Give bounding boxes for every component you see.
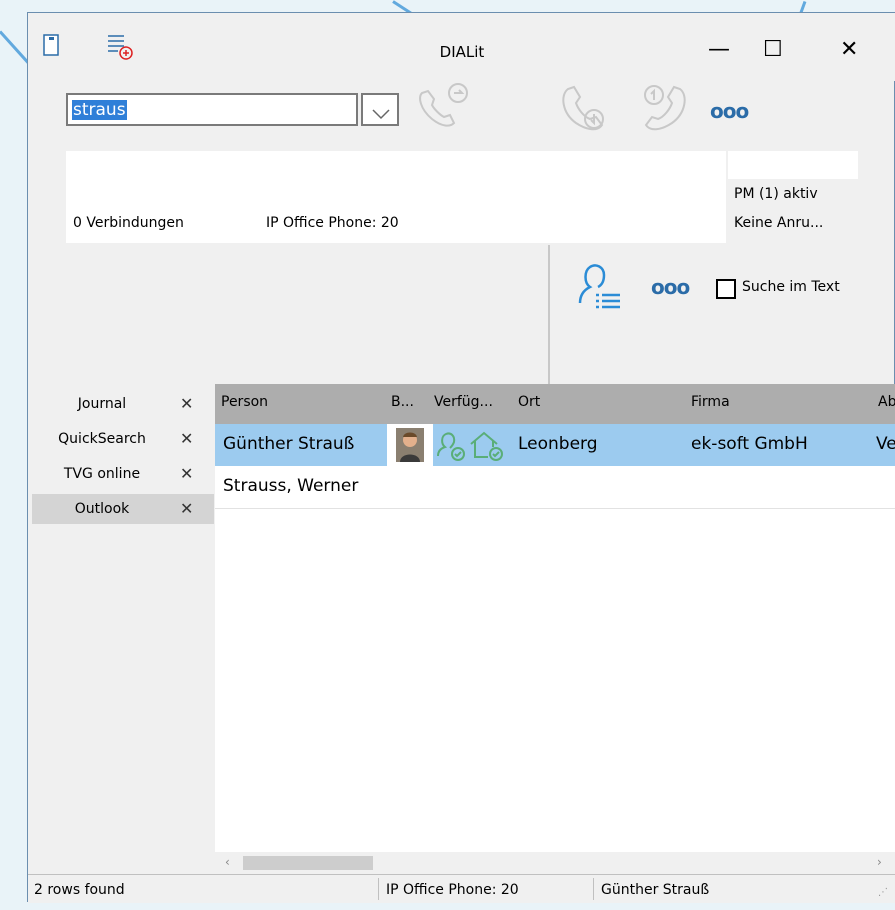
side-panel-top (728, 151, 858, 179)
rows-found-status: 2 rows found (34, 882, 125, 898)
horizontal-scrollbar[interactable]: ‹ › (215, 852, 895, 874)
column-header-ab[interactable]: Ab (878, 394, 895, 410)
cell-ab: Ve (876, 434, 895, 454)
user-available-icon (434, 428, 468, 466)
status-divider (378, 878, 379, 900)
status-divider (593, 878, 594, 900)
connection-info-panel: 0 Verbindungen IP Office Phone: 20 (66, 151, 726, 243)
tab-close-icon[interactable]: ✕ (180, 429, 193, 448)
tab-close-icon[interactable]: ✕ (180, 499, 193, 518)
connections-count: 0 Verbindungen (73, 215, 184, 231)
search-in-text-checkbox[interactable] (716, 279, 736, 299)
cell-person: Strauss, Werner (223, 476, 359, 496)
close-button[interactable]: ✕ (840, 39, 858, 61)
contact-more-button[interactable]: ooo (651, 275, 690, 299)
table-row[interactable]: Strauss, Werner (215, 466, 895, 509)
contact-list-icon[interactable] (572, 257, 624, 319)
minimize-button[interactable]: — (708, 39, 730, 61)
resize-grip-icon[interactable]: ⋰ (878, 887, 888, 898)
scroll-left-icon[interactable]: ‹ (225, 855, 230, 869)
current-user-status: Günther Strauß (601, 882, 710, 898)
title-bar: DIALit — ☐ ✕ (28, 13, 895, 81)
maximize-button[interactable]: ☐ (763, 39, 783, 61)
accept-call-icon[interactable] (558, 79, 614, 141)
table-row[interactable]: Günther Strauß Leonberg ek-soft GmbH Ve (215, 424, 895, 466)
column-header-firma[interactable]: Firma (691, 394, 730, 410)
calls-status: Keine Anru... (734, 215, 824, 231)
column-header-verfuegbarkeit[interactable]: Verfüg... (434, 394, 493, 410)
tab-label: QuickSearch (58, 431, 146, 447)
more-options-button[interactable]: ooo (710, 99, 749, 123)
cell-firma: ek-soft GmbH (691, 434, 808, 454)
tab-label: TVG online (63, 466, 141, 482)
tab-quicksearch[interactable]: QuickSearch ✕ (32, 424, 214, 454)
column-header-bild[interactable]: B... (391, 394, 414, 410)
avatar (387, 424, 433, 466)
tab-journal[interactable]: Journal ✕ (32, 389, 214, 419)
tab-tvg-online[interactable]: TVG online ✕ (32, 459, 214, 489)
status-bar: 2 rows found IP Office Phone: 20 Günther… (28, 874, 895, 903)
hangup-call-icon[interactable] (634, 79, 690, 141)
search-input-value: straus (72, 100, 127, 120)
tab-close-icon[interactable]: ✕ (180, 394, 193, 413)
grid-header: Person B... Verfüg... Ort Firma Ab (215, 384, 895, 424)
column-header-person[interactable]: Person (221, 394, 268, 410)
tab-label: Outlook (74, 501, 130, 517)
scroll-right-icon[interactable]: › (877, 855, 882, 869)
dial-phone-icon[interactable] (414, 81, 472, 137)
scrollbar-thumb[interactable] (243, 856, 373, 870)
tab-label: Journal (77, 396, 127, 412)
cell-person: Günther Strauß (223, 434, 355, 454)
phone-status: IP Office Phone: 20 (266, 215, 399, 231)
home-office-icon (468, 428, 504, 466)
column-header-ort[interactable]: Ort (518, 394, 540, 410)
search-dropdown-button[interactable] (361, 93, 399, 126)
chevron-down-icon (372, 105, 390, 124)
phone-line-status: IP Office Phone: 20 (386, 882, 519, 898)
pm-status: PM (1) aktiv (734, 186, 818, 202)
status-side-panel: PM (1) aktiv Keine Anru... (728, 151, 858, 243)
dialit-window: DIALit — ☐ ✕ straus ooo 0 Verbindungen I… (27, 12, 895, 903)
search-input[interactable]: straus (66, 93, 358, 126)
tab-outlook[interactable]: Outlook ✕ (32, 494, 214, 524)
cell-ort: Leonberg (518, 434, 598, 454)
search-in-text-label: Suche im Text (742, 279, 840, 295)
panel-splitter[interactable] (548, 245, 550, 385)
results-grid: Person B... Verfüg... Ort Firma Ab Günth… (215, 384, 895, 852)
tab-close-icon[interactable]: ✕ (180, 464, 193, 483)
